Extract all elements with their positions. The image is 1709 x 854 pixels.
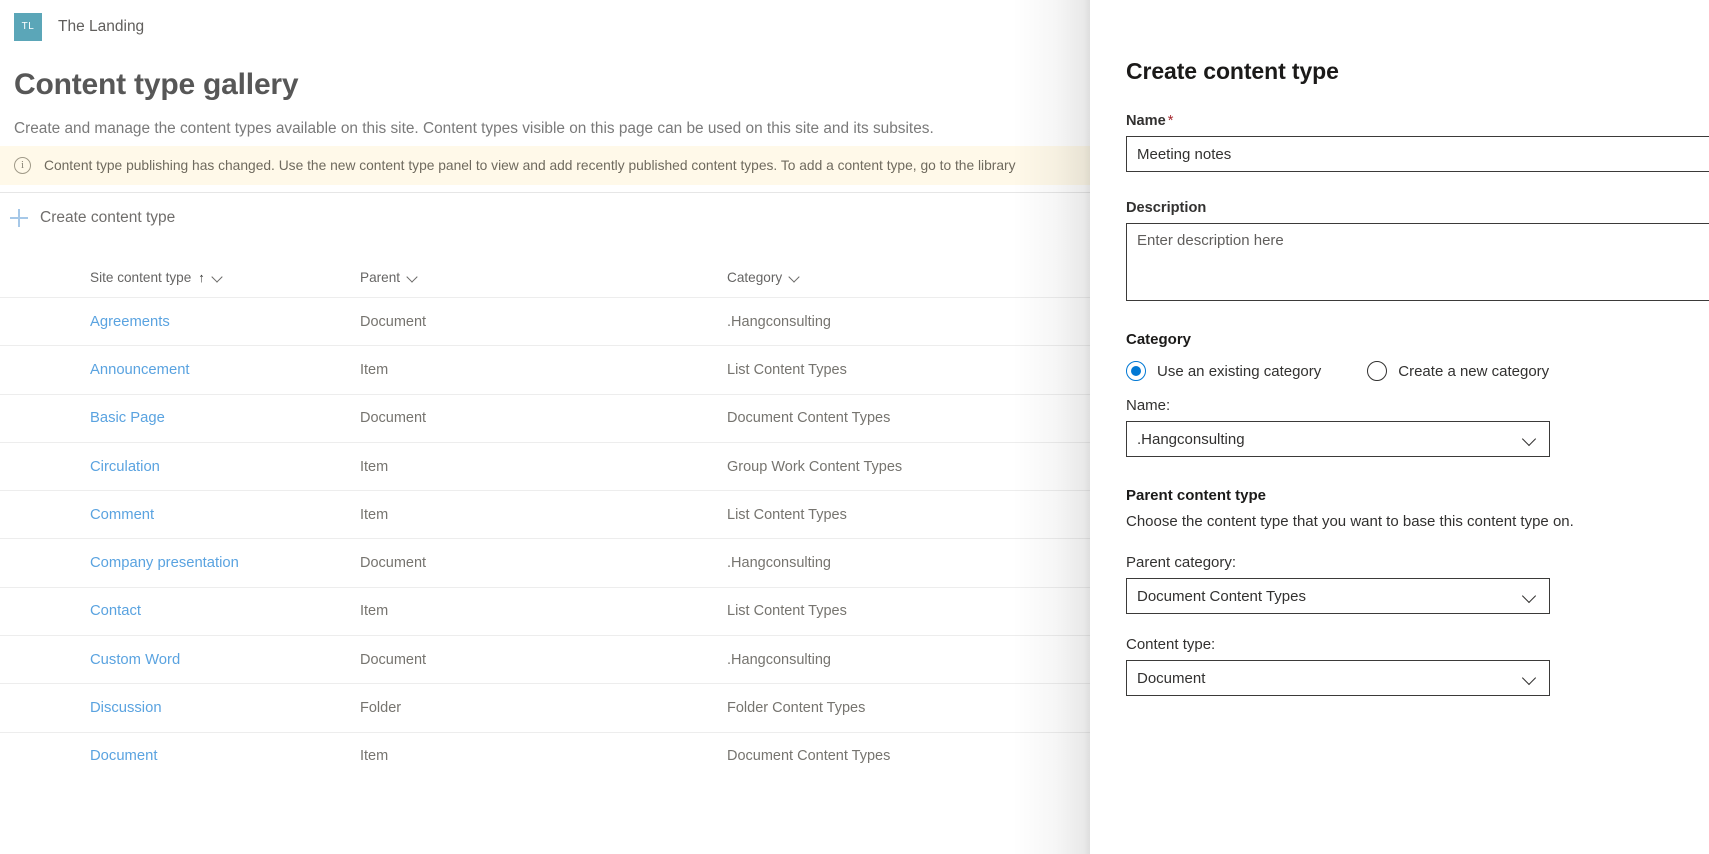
radio-use-existing-category[interactable]: Use an existing category [1126, 361, 1321, 381]
info-banner-text: Content type publishing has changed. Use… [44, 158, 1016, 173]
description-textarea[interactable]: Enter description here [1126, 223, 1709, 301]
plus-icon [10, 209, 28, 227]
category-cell: List Content Types [727, 506, 847, 523]
parent-cell: Document [360, 410, 427, 427]
sort-ascending-icon: ↑ [198, 270, 205, 285]
create-content-type-panel: Create content type Name * Meeting notes … [1090, 0, 1709, 854]
column-header-parent[interactable]: Parent [360, 270, 727, 285]
chevron-down-icon [1523, 589, 1537, 603]
column-header-label: Site content type [90, 270, 192, 285]
content-type-link[interactable]: Basic Page [90, 410, 165, 426]
parent-cell: Item [360, 603, 389, 620]
category-cell: Group Work Content Types [727, 458, 903, 475]
content-type-link[interactable]: Contact [90, 603, 141, 619]
parent-cell: Item [360, 506, 389, 523]
content-type-link[interactable]: Company presentation [90, 555, 239, 571]
category-name-value: .Hangconsulting [1137, 430, 1245, 448]
parent-cell: Item [360, 748, 389, 765]
content-type-link[interactable]: Comment [90, 507, 154, 523]
chevron-down-icon[interactable] [212, 272, 223, 283]
content-type-link[interactable]: Discussion [90, 700, 162, 716]
content-type-label: Content type: [1126, 636, 1216, 653]
content-type-link[interactable]: Custom Word [90, 652, 180, 668]
parent-cell: Item [360, 361, 389, 378]
panel-title: Create content type [1126, 58, 1339, 84]
category-cell: List Content Types [727, 361, 847, 378]
content-type-link[interactable]: Announcement [90, 362, 190, 378]
radio-create-new-category[interactable]: Create a new category [1367, 361, 1549, 381]
app-root: TL The Landing Content type gallery Crea… [0, 0, 1709, 854]
parent-cell: Item [360, 458, 389, 475]
column-header-label: Parent [360, 270, 401, 285]
radio-label: Create a new category [1398, 362, 1550, 380]
category-cell: Document Content Types [727, 748, 891, 765]
name-field-label: Name * [1126, 113, 1709, 129]
category-cell: .Hangconsulting [727, 651, 831, 668]
parent-content-type-heading: Parent content type [1126, 487, 1267, 504]
category-name-dropdown[interactable]: .Hangconsulting [1126, 421, 1550, 457]
category-name-label: Name: [1126, 397, 1171, 414]
description-field-label: Description [1126, 200, 1207, 216]
name-input[interactable]: Meeting notes [1126, 136, 1709, 172]
parent-content-type-description: Choose the content type that you want to… [1126, 513, 1574, 530]
page-title: Content type gallery [14, 68, 299, 101]
radio-unselected-icon [1367, 361, 1388, 381]
parent-category-label: Parent category: [1126, 554, 1237, 571]
category-cell: List Content Types [727, 603, 847, 620]
chevron-down-icon[interactable] [789, 272, 800, 283]
content-type-value: Document [1137, 669, 1206, 687]
chevron-down-icon [1523, 671, 1537, 685]
column-header-label: Category [727, 270, 783, 285]
chevron-down-icon[interactable] [407, 272, 418, 283]
category-cell: .Hangconsulting [727, 313, 831, 330]
content-type-link[interactable]: Circulation [90, 459, 160, 475]
parent-cell: Document [360, 313, 427, 330]
content-type-link[interactable]: Document [90, 748, 157, 764]
parent-category-dropdown[interactable]: Document Content Types [1126, 578, 1550, 614]
parent-cell: Folder [360, 700, 402, 717]
required-asterisk: * [1167, 113, 1174, 129]
category-section-heading: Category [1126, 331, 1192, 348]
category-cell: Folder Content Types [727, 700, 866, 717]
column-header-site-content-type[interactable]: Site content type ↑ [0, 270, 360, 285]
radio-selected-icon [1126, 361, 1146, 381]
category-cell: .Hangconsulting [727, 555, 831, 572]
name-label-text: Name [1126, 113, 1166, 129]
column-header-category[interactable]: Category [727, 270, 1127, 285]
radio-label: Use an existing category [1157, 362, 1322, 380]
create-content-type-button[interactable]: Create content type [10, 203, 175, 233]
parent-cell: Document [360, 651, 427, 668]
info-icon: i [14, 157, 31, 174]
category-cell: Document Content Types [727, 410, 891, 427]
site-logo: TL [14, 12, 42, 41]
chevron-down-icon [1523, 432, 1537, 446]
create-content-type-label: Create content type [40, 209, 176, 226]
site-name[interactable]: The Landing [58, 18, 144, 36]
category-radio-group: Use an existing category Create a new ca… [1126, 361, 1709, 381]
content-type-link[interactable]: Agreements [90, 314, 170, 330]
content-type-dropdown[interactable]: Document [1126, 660, 1550, 696]
parent-category-value: Document Content Types [1137, 587, 1306, 605]
parent-cell: Document [360, 555, 427, 572]
